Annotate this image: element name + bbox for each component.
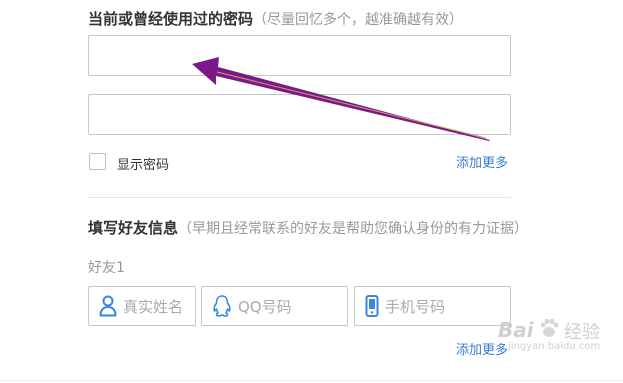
bottom-border	[0, 380, 623, 381]
qq-number-placeholder: QQ号码	[238, 297, 292, 316]
friends-heading: 填写好友信息（早期且经常联系的好友是帮助您确认身份的有力证据）	[88, 217, 528, 238]
phone-icon	[365, 295, 379, 317]
section-divider	[88, 197, 511, 198]
friends-heading-title: 填写好友信息	[88, 219, 179, 237]
password-input-2[interactable]	[88, 94, 511, 135]
watermark-url: jingyan.baidu.com	[508, 341, 601, 352]
qq-penguin-icon	[213, 295, 231, 317]
qq-number-field[interactable]: QQ号码	[201, 286, 348, 326]
watermark-brand: Bai	[498, 318, 534, 342]
add-more-passwords-link[interactable]: 添加更多	[456, 152, 508, 171]
password-heading-hint: （尽量回忆多个，越准确越有效）	[253, 12, 464, 28]
person-icon	[99, 295, 117, 317]
friend-label: 好友1	[88, 260, 125, 276]
password-input-1[interactable]	[88, 35, 511, 76]
phone-number-placeholder: 手机号码	[385, 297, 446, 316]
friends-heading-hint: （早期且经常联系的好友是帮助您确认身份的有力证据）	[178, 221, 529, 237]
password-heading-title: 当前或曾经使用过的密码	[88, 10, 254, 28]
password-heading: 当前或曾经使用过的密码（尽量回忆多个，越准确越有效）	[88, 8, 463, 29]
real-name-placeholder: 真实姓名	[123, 297, 184, 316]
watermark: Bai 经验 jingyan.baidu.com	[478, 314, 620, 354]
show-password-label: 显示密码	[117, 158, 170, 173]
real-name-field[interactable]: 真实姓名	[88, 286, 196, 326]
baidu-paw-icon	[540, 319, 559, 337]
show-password-checkbox[interactable]	[89, 153, 106, 170]
